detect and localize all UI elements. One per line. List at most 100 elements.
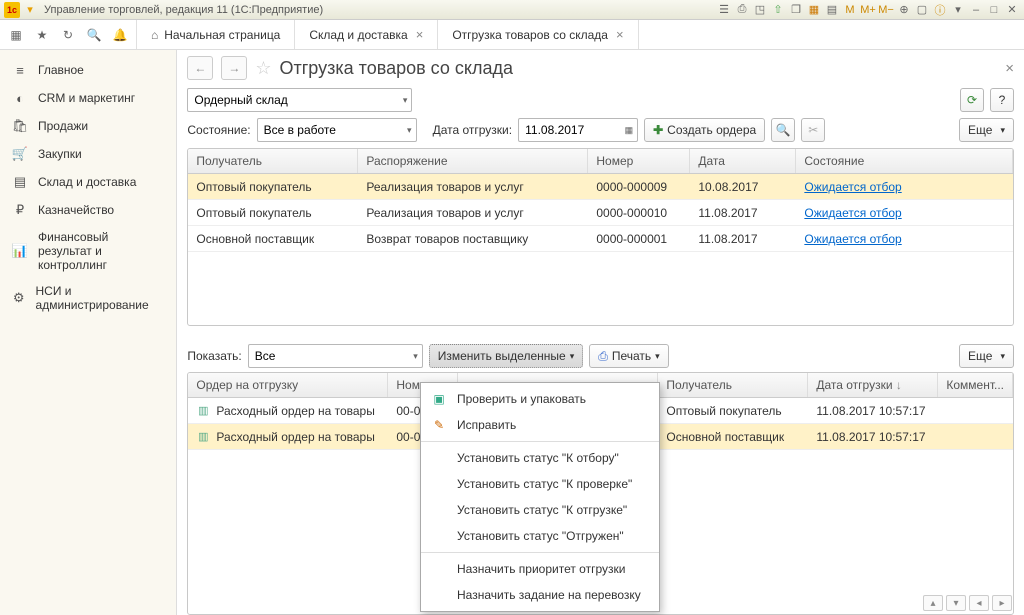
tb-fav-icon[interactable]: ☰ xyxy=(716,2,732,18)
cell-receiver: Оптовый покупатель xyxy=(188,206,358,220)
show-select[interactable]: Все▾ xyxy=(248,344,423,368)
sidebar-item-treasury[interactable]: ₽Казначейство xyxy=(0,196,176,224)
printer-icon: ⎙ xyxy=(598,349,608,364)
tab-shipment[interactable]: Отгрузка товаров со склада × xyxy=(438,20,638,49)
print-button[interactable]: ⎙ Печать ▾ xyxy=(589,344,668,368)
col-shipdate[interactable]: Дата отгрузки ↓ xyxy=(808,373,938,397)
search-icon: 🔍 xyxy=(776,123,791,137)
menu-item[interactable]: Установить статус "Отгружен" xyxy=(421,523,659,549)
menu-item[interactable]: Установить статус "К проверке" xyxy=(421,471,659,497)
cell-date: 11.08.2017 xyxy=(690,232,796,246)
sidebar-item-sales[interactable]: 🛍Продажи xyxy=(0,112,176,140)
help-button[interactable]: ? xyxy=(990,88,1014,112)
nav-fwd-button[interactable]: → xyxy=(221,56,247,80)
menu-separator xyxy=(421,441,659,442)
minimize-icon[interactable]: – xyxy=(968,2,984,18)
tb-up-icon[interactable]: ⇧ xyxy=(770,2,786,18)
menu-item[interactable]: Установить статус "К отгрузке" xyxy=(421,497,659,523)
menu-item[interactable]: Установить статус "К отбору" xyxy=(421,445,659,471)
tb-grid-icon[interactable]: ▦ xyxy=(806,2,822,18)
search-icon[interactable]: 🔍 xyxy=(84,25,104,45)
search-button[interactable]: 🔍 xyxy=(771,118,795,142)
state-link[interactable]: Ожидается отбор xyxy=(804,180,901,194)
menu-item[interactable]: Назначить задание на перевозку xyxy=(421,582,659,608)
check-pack-icon: ▣ xyxy=(431,391,447,407)
tb-drop-icon[interactable]: ▾ xyxy=(950,2,966,18)
col-number[interactable]: Номер xyxy=(588,149,690,173)
col-disposition[interactable]: Распоряжение xyxy=(358,149,588,173)
sidebar-item-finance[interactable]: 📊Финансовый результат и контроллинг xyxy=(0,224,176,278)
menu-item[interactable]: Назначить приоритет отгрузки xyxy=(421,556,659,582)
table-row[interactable]: Оптовый покупательРеализация товаров и у… xyxy=(188,200,1013,226)
col-shiporder[interactable]: Ордер на отгрузку xyxy=(188,373,388,397)
favorite-star-icon[interactable]: ☆ xyxy=(255,58,271,79)
refresh-icon: ⟳ xyxy=(967,93,977,107)
state-select[interactable]: Все в работе▾ xyxy=(257,118,417,142)
tb-info-icon[interactable]: ⓘ xyxy=(932,2,948,18)
tab-warehouse[interactable]: Склад и доставка × xyxy=(295,20,438,49)
refresh-button[interactable]: ⟳ xyxy=(960,88,984,112)
help-icon: ? xyxy=(999,93,1006,107)
menu-item[interactable]: ✎Исправить xyxy=(421,412,659,438)
title-text: Управление торговлей, редакция 11 (1С:Пр… xyxy=(44,4,323,16)
cell-disposition: Реализация товаров и услуг xyxy=(358,180,588,194)
page-title: Отгрузка товаров со склада xyxy=(280,58,513,79)
title-bar: 1c ▾ Управление торговлей, редакция 11 (… xyxy=(0,0,1024,20)
tb-cal-icon[interactable]: ▤ xyxy=(824,2,840,18)
tab-close-icon[interactable]: × xyxy=(616,27,624,42)
chevron-down-icon: ▾ xyxy=(413,351,418,362)
change-label: Изменить выделенные xyxy=(438,349,566,363)
cell-receiver: Оптовый покупатель xyxy=(188,180,358,194)
tb-print-icon[interactable]: ⎙ xyxy=(734,2,750,18)
scroll-down-button[interactable]: ▾ xyxy=(946,595,966,611)
sidebar-item-warehouse[interactable]: ▤Склад и доставка xyxy=(0,168,176,196)
more-button[interactable]: Еще▾ xyxy=(959,118,1014,142)
tb-zoom-icon[interactable]: ⊕ xyxy=(896,2,912,18)
tab-close-icon[interactable]: × xyxy=(416,27,424,42)
sidebar-item-purchases[interactable]: 🛒Закупки xyxy=(0,140,176,168)
plus-icon: ✚ xyxy=(653,123,663,137)
page-close-icon[interactable]: × xyxy=(1005,60,1014,77)
sidebar-item-nsi[interactable]: ⚙НСИ и администрирование xyxy=(0,278,176,318)
col-date[interactable]: Дата xyxy=(690,149,796,173)
tab-home[interactable]: ⌂ Начальная страница xyxy=(137,20,295,49)
col-receiver2[interactable]: Получатель xyxy=(658,373,808,397)
tb-m-icon[interactable]: M xyxy=(842,2,858,18)
scroll-left-button[interactable]: ◂ xyxy=(969,595,989,611)
history-icon[interactable]: ↻ xyxy=(58,25,78,45)
tb-mplus-icon[interactable]: M+ xyxy=(860,2,876,18)
state-link[interactable]: Ожидается отбор xyxy=(804,206,901,220)
pie-icon: ◐ xyxy=(12,90,28,106)
col-state[interactable]: Состояние xyxy=(796,149,1013,173)
sidebar-label: НСИ и администрирование xyxy=(36,284,165,312)
table-row[interactable]: Оптовый покупательРеализация товаров и у… xyxy=(188,174,1013,200)
tb-copy-icon[interactable]: ❐ xyxy=(788,2,804,18)
tb-box-icon[interactable]: ▢ xyxy=(914,2,930,18)
date-input[interactable]: 11.08.2017 ▦ xyxy=(518,118,638,142)
nav-back-button[interactable]: ← xyxy=(187,56,213,80)
more-button-2[interactable]: Еще▾ xyxy=(959,344,1014,368)
tb-doc-icon[interactable]: ◳ xyxy=(752,2,768,18)
state-link[interactable]: Ожидается отбор xyxy=(804,232,901,246)
warehouse-select[interactable]: Ордерный склад▾ xyxy=(187,88,412,112)
top-tabs-row: ▦ ★ ↻ 🔍 🔔 ⌂ Начальная страница Склад и д… xyxy=(0,20,1024,50)
col-receiver[interactable]: Получатель xyxy=(188,149,358,173)
sidebar-item-crm[interactable]: ◐CRM и маркетинг xyxy=(0,84,176,112)
create-orders-button[interactable]: ✚ Создать ордера xyxy=(644,118,765,142)
table-row[interactable]: Основной поставщикВозврат товаров постав… xyxy=(188,226,1013,252)
apps-icon[interactable]: ▦ xyxy=(6,25,26,45)
scroll-up-button[interactable]: ▴ xyxy=(923,595,943,611)
tb-mminus-icon[interactable]: M− xyxy=(878,2,894,18)
star-icon[interactable]: ★ xyxy=(32,25,52,45)
sidebar-item-main[interactable]: ≡Главное xyxy=(0,56,176,84)
bell-icon[interactable]: 🔔 xyxy=(110,25,130,45)
maximize-icon[interactable]: □ xyxy=(986,2,1002,18)
col-comment[interactable]: Коммент... xyxy=(938,373,1013,397)
more-label: Еще xyxy=(968,123,992,137)
menu-item[interactable]: ▣Проверить и упаковать xyxy=(421,386,659,412)
scroll-right-button[interactable]: ▸ xyxy=(992,595,1012,611)
change-selected-button[interactable]: Изменить выделенные ▾ xyxy=(429,344,584,368)
filter-button[interactable]: ✂ xyxy=(801,118,825,142)
close-icon[interactable]: ✕ xyxy=(1004,2,1020,18)
dropdown-icon[interactable]: ▾ xyxy=(22,2,38,18)
